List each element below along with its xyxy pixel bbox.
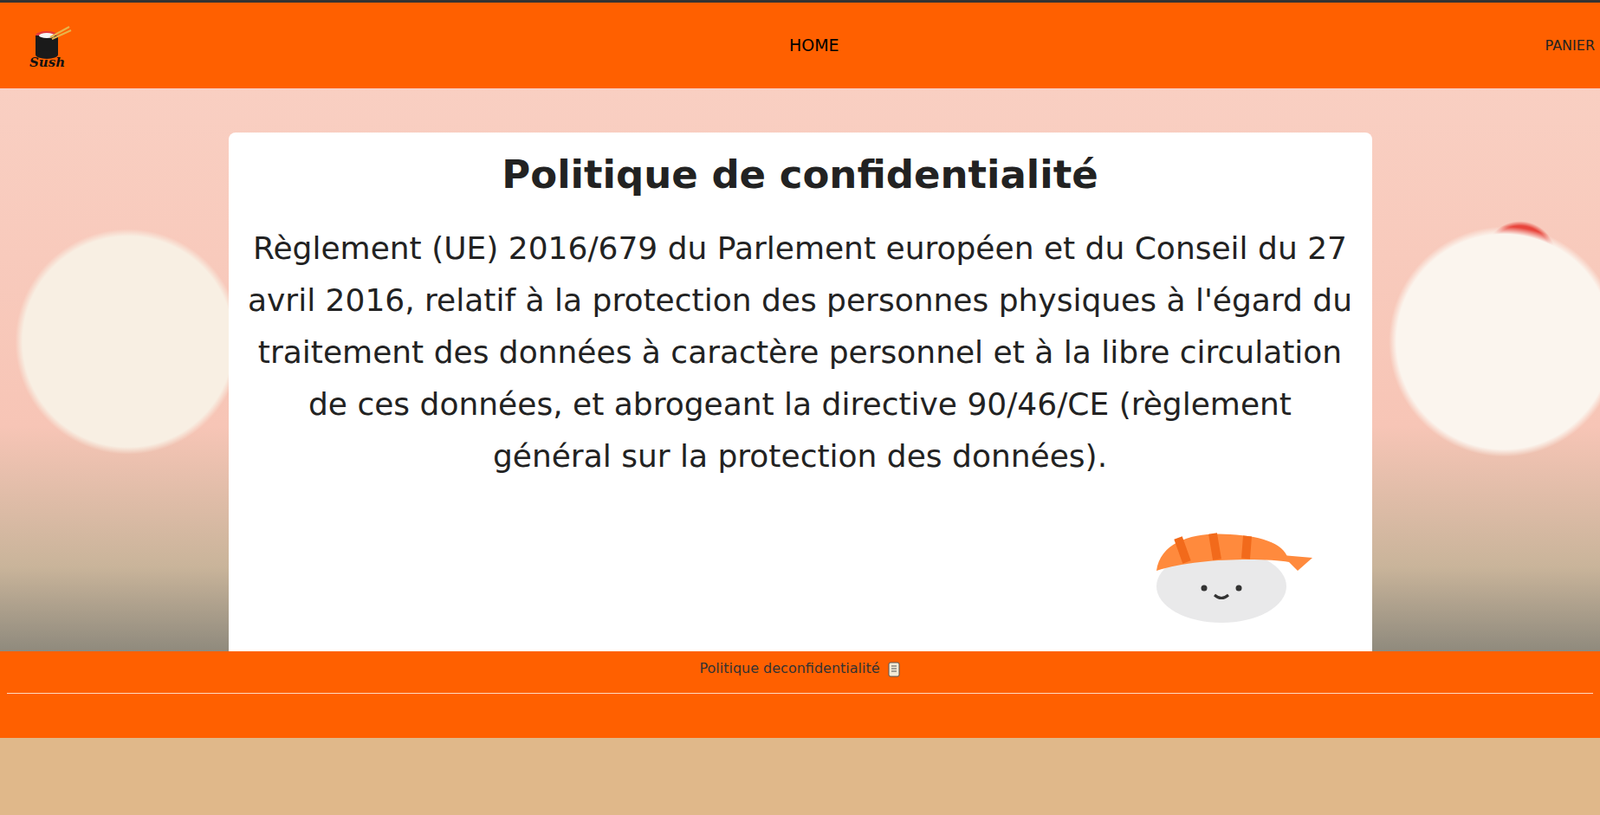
logo[interactable]: Sush [29, 21, 84, 70]
sushi-mascot-icon [1143, 518, 1321, 628]
privacy-card: Politique de confidentialité Règlement (U… [228, 132, 1373, 652]
cart-link[interactable]: PANIER [1545, 35, 1595, 57]
logo-text: Sush [29, 56, 84, 70]
sushi-mascot [1143, 518, 1321, 628]
page-title: Politique de confidentialité [246, 151, 1355, 199]
background-illustration: Politique de confidentialité Règlement (U… [0, 88, 1600, 652]
footer-divider [6, 693, 1594, 694]
sushi-logo-icon [29, 25, 73, 60]
privacy-link[interactable]: Politique deconfidentialité [699, 658, 880, 680]
navbar: Sush HOME PANIER [0, 2, 1600, 89]
mascot-row [246, 518, 1355, 628]
home-link[interactable]: HOME [789, 32, 840, 59]
footer-links: Politique deconfidentialité [6, 658, 1594, 680]
policy-text: Règlement (UE) 2016/679 du Parlement eur… [246, 222, 1355, 483]
footer: Politique deconfidentialité [0, 651, 1600, 739]
scroll-icon [887, 658, 901, 680]
nav-center: HOME [83, 32, 1546, 59]
